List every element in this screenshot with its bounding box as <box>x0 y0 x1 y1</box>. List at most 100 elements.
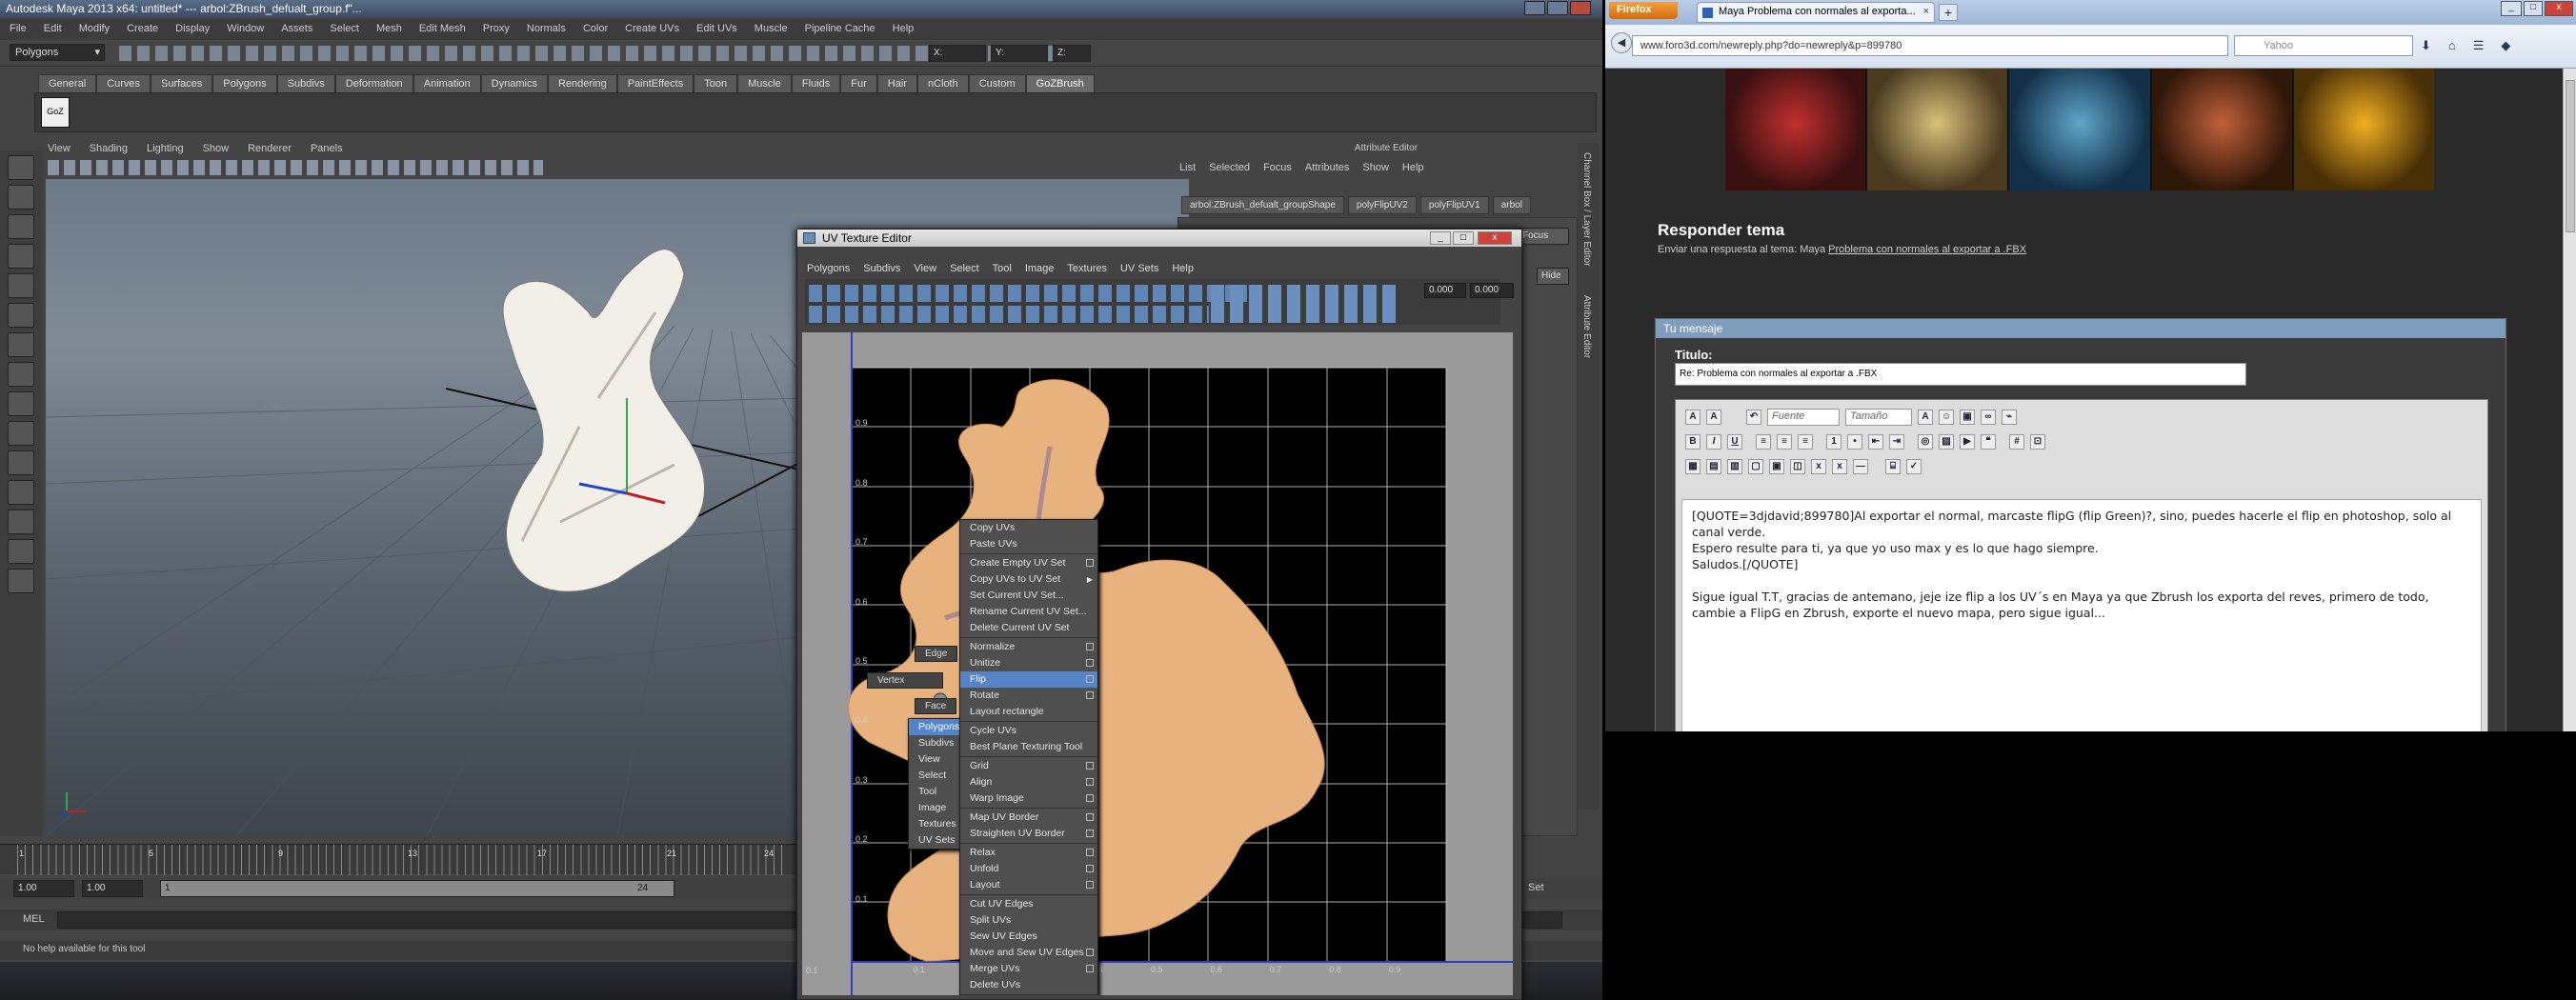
addon-icon[interactable]: ◆ <box>2501 38 2510 53</box>
shelf-tab-animation[interactable]: Animation <box>413 74 481 93</box>
search-input[interactable]: Yahoo <box>2234 35 2413 56</box>
bold-icon[interactable]: B <box>1685 434 1701 450</box>
menu-edit-mesh[interactable]: Edit Mesh <box>419 23 466 36</box>
ordered-list-icon[interactable]: 1 <box>1826 434 1841 450</box>
menu-item-flip[interactable]: Flip <box>960 671 1097 688</box>
option-box-icon[interactable] <box>1086 659 1094 667</box>
download-icon[interactable]: ⬇ <box>2421 38 2431 53</box>
menu-item-straighten-uv-border[interactable]: Straighten UV Border <box>960 826 1097 842</box>
ae-menu-attributes[interactable]: Attributes <box>1305 162 1349 173</box>
menu-display[interactable]: Display <box>175 23 210 36</box>
shelf-tab-general[interactable]: General <box>38 74 97 93</box>
menu-help[interactable]: Help <box>893 23 915 36</box>
shelf-tab-muscle[interactable]: Muscle <box>737 74 792 93</box>
scale-tool-icon[interactable] <box>8 303 34 328</box>
uv-minimize-button[interactable]: _ <box>1430 231 1451 245</box>
x-field[interactable]: X: <box>929 45 986 62</box>
menu-create[interactable]: Create <box>127 23 158 36</box>
ae-tab-polyflipuv2[interactable]: polyFlipUV2 <box>1347 196 1417 214</box>
menu-create-uvs[interactable]: Create UVs <box>625 23 679 36</box>
menu-item-layout-rectangle[interactable]: Layout rectangle <box>960 704 1097 720</box>
four-pane-layout-icon[interactable] <box>8 450 34 475</box>
persp-outliner-layout-icon[interactable] <box>8 510 34 534</box>
menu-item-sew-uv-edges[interactable]: Sew UV Edges <box>960 929 1097 945</box>
insert-image-icon[interactable]: ▣ <box>1960 410 1975 425</box>
menu-item-layout[interactable]: Layout <box>960 877 1097 893</box>
page-scrollbar[interactable] <box>2563 69 2576 731</box>
hide-button[interactable]: Hide <box>1537 268 1569 285</box>
menu-item-set-current-uv-set[interactable]: Set Current UV Set... <box>960 588 1097 604</box>
menu-color[interactable]: Color <box>583 23 608 36</box>
font-select[interactable]: Fuente <box>1767 409 1840 426</box>
menu-edit[interactable]: Edit <box>44 23 62 36</box>
image-icon[interactable]: ▨ <box>1939 434 1954 450</box>
subscript-icon[interactable]: x <box>1811 459 1826 474</box>
uv-menu-tool[interactable]: Tool <box>993 263 1012 274</box>
shelf-tab-fluids[interactable]: Fluids <box>791 74 841 93</box>
ae-tab-polyflipuv1[interactable]: polyFlipUV1 <box>1419 196 1489 214</box>
home-icon[interactable]: ⌂ <box>2448 38 2456 53</box>
spellcheck-icon[interactable]: ✓ <box>1906 459 1922 474</box>
menu-item-copy-uvs[interactable]: Copy UVs <box>960 520 1097 536</box>
menu-item-rename-current-uv-set[interactable]: Rename Current UV Set... <box>960 604 1097 620</box>
option-box-icon[interactable] <box>1086 675 1094 683</box>
option-box-icon[interactable] <box>1086 643 1094 650</box>
menu-proxy[interactable]: Proxy <box>483 23 510 36</box>
uv-menu-view[interactable]: View <box>914 263 936 274</box>
uv-maximize-button[interactable]: □ <box>1453 231 1474 245</box>
menu-muscle[interactable]: Muscle <box>755 23 788 36</box>
back-arrow-icon[interactable]: ◀ <box>1611 32 1632 53</box>
shelf-tab-polygons[interactable]: Polygons <box>212 74 277 93</box>
menu-mesh[interactable]: Mesh <box>376 23 402 36</box>
show-manip-icon[interactable] <box>8 391 34 416</box>
superscript-icon[interactable]: x <box>1832 459 1847 474</box>
menu-item-align[interactable]: Align <box>960 774 1097 790</box>
lasso-tool-icon[interactable] <box>8 185 34 210</box>
close-button[interactable] <box>1570 1 1591 15</box>
menu-item-rotate[interactable]: Rotate <box>960 688 1097 704</box>
menu-pipeline-cache[interactable]: Pipeline Cache <box>805 23 875 36</box>
ae-tab-arbol[interactable]: arbol <box>1492 196 1531 214</box>
menu-assets[interactable]: Assets <box>281 23 312 36</box>
title-input[interactable]: Re: Problema con normales al exportar a … <box>1675 363 2246 386</box>
table-row-icon[interactable]: ▤ <box>1706 459 1721 474</box>
menu-item-map-uv-border[interactable]: Map UV Border <box>960 810 1097 826</box>
link-icon[interactable]: ∞ <box>1981 410 1996 425</box>
menu-item-delete-uvs[interactable]: Delete UVs <box>960 977 1097 993</box>
menu-file[interactable]: File <box>10 23 27 36</box>
uv-menu-help[interactable]: Help <box>1172 263 1194 274</box>
tab-close-icon[interactable]: × <box>1923 6 1929 17</box>
uv-close-button[interactable]: x <box>1478 231 1512 245</box>
minimize-button[interactable] <box>1524 1 1545 15</box>
menu-window[interactable]: Window <box>227 23 264 36</box>
option-box-icon[interactable] <box>1086 881 1094 889</box>
uv-toolbar-row-1[interactable] <box>809 285 1247 302</box>
shelf-tab-surfaces[interactable]: Surfaces <box>150 74 213 93</box>
shelf-tab-toon[interactable]: Toon <box>694 74 738 93</box>
shelf-tab-gozbrush[interactable]: GoZBrush <box>1025 74 1095 93</box>
goz-shelf-icon[interactable]: GoZ <box>41 97 70 128</box>
viewport-menu-view[interactable]: View <box>48 143 70 154</box>
uv-menu-polygons[interactable]: Polygons <box>807 263 850 274</box>
attachment-icon[interactable]: ⌸ <box>1885 459 1901 474</box>
option-box-icon[interactable] <box>1086 813 1094 821</box>
underline-icon[interactable]: U <box>1727 434 1742 450</box>
ff-close-button[interactable]: x <box>2545 1 2573 16</box>
u-value-field[interactable]: 0.000 <box>1424 283 1466 298</box>
shelf-tab-subdivs[interactable]: Subdivs <box>276 74 335 93</box>
single-pane-layout-icon[interactable] <box>8 421 34 446</box>
undo-icon[interactable]: ↶ <box>1746 410 1761 425</box>
switch-mode-icon[interactable]: A <box>1706 410 1721 425</box>
merge-cells-icon[interactable]: ▣ <box>1769 459 1784 474</box>
indent-icon[interactable]: ⇥ <box>1889 434 1904 450</box>
thread-link[interactable]: Problema con normales al exportar a .FBX <box>1828 244 2026 255</box>
shelf-tab-dynamics[interactable]: Dynamics <box>480 74 548 93</box>
cell-icon[interactable]: ▢ <box>1748 459 1763 474</box>
ae-menu-help[interactable]: Help <box>1402 162 1424 173</box>
start-time-field[interactable]: 1.00 <box>13 880 74 897</box>
url-bar[interactable]: www.foro3d.com/newreply.php?do=newreply&… <box>1632 35 2228 56</box>
uv-menu-subdivs[interactable]: Subdivs <box>863 263 900 274</box>
menu-item-unfold[interactable]: Unfold <box>960 861 1097 877</box>
menu-modify[interactable]: Modify <box>79 23 110 36</box>
option-box-icon[interactable] <box>1086 691 1094 699</box>
